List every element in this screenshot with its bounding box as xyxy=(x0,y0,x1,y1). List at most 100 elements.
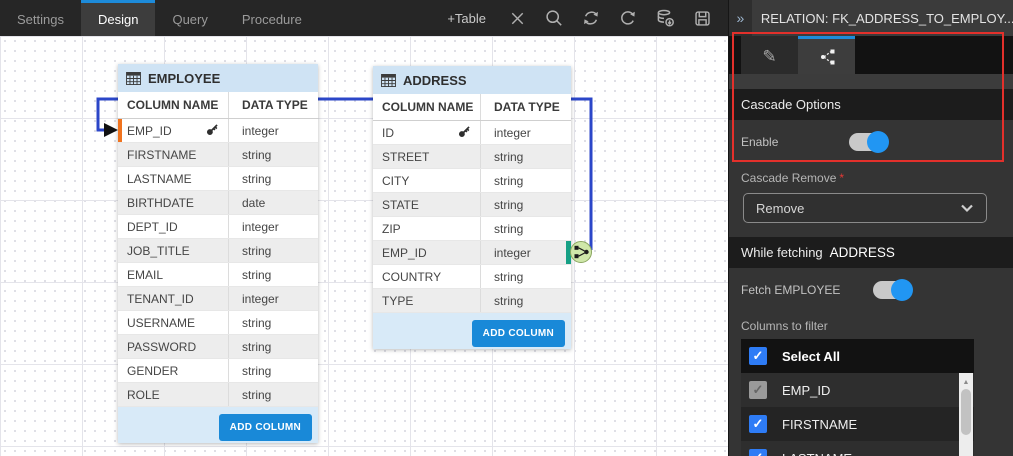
data-type: string xyxy=(480,217,571,240)
cascade-remove-select[interactable]: Remove xyxy=(743,193,987,223)
filter-item-label: FIRSTNAME xyxy=(782,417,857,432)
save-icon[interactable] xyxy=(692,8,712,28)
table-row[interactable]: EMP_ID integer xyxy=(373,241,571,265)
filter-item-firstname[interactable]: ✓ FIRSTNAME xyxy=(741,407,974,441)
redo-icon[interactable] xyxy=(618,8,638,28)
table-row[interactable]: FIRSTNAME string xyxy=(118,143,318,167)
data-type: integer xyxy=(228,119,318,142)
column-name: ROLE xyxy=(127,388,160,402)
data-type: string xyxy=(228,263,318,286)
table-row[interactable]: EMP_ID integer xyxy=(118,119,318,143)
fetch-toggle[interactable] xyxy=(873,281,911,299)
table-header[interactable]: EMPLOYEE xyxy=(118,64,318,92)
enable-row: Enable xyxy=(729,120,1013,163)
select-all-label: Select All xyxy=(782,349,840,364)
list-scrollbar[interactable]: ▲ xyxy=(959,373,973,456)
column-name: JOB_TITLE xyxy=(127,244,190,258)
toolbar-actions: +Table xyxy=(447,0,728,36)
table-row[interactable]: PASSWORD string xyxy=(118,335,318,359)
collapse-panel-icon[interactable]: » xyxy=(729,0,752,36)
add-table-button[interactable]: +Table xyxy=(447,11,486,26)
data-type: string xyxy=(228,359,318,382)
column-name: TYPE xyxy=(382,294,413,308)
cascade-options-header: Cascade Options xyxy=(729,89,1013,120)
relation-tab[interactable] xyxy=(798,36,855,74)
column-name: STATE xyxy=(382,198,419,212)
close-icon[interactable] xyxy=(507,8,527,28)
enable-label: Enable xyxy=(729,135,778,149)
tab-query[interactable]: Query xyxy=(155,0,224,36)
table-row[interactable]: GENDER string xyxy=(118,359,318,383)
relation-arrow-icon xyxy=(104,123,118,137)
data-type-header: DATA TYPE xyxy=(480,94,571,120)
selected-option: Remove xyxy=(756,201,804,216)
table-footer: ADD COLUMN xyxy=(373,313,571,349)
scrollbar-thumb[interactable] xyxy=(961,389,971,435)
enable-toggle[interactable] xyxy=(849,133,887,151)
table-row[interactable]: TYPE string xyxy=(373,289,571,313)
table-grid-icon xyxy=(381,74,396,87)
column-name: COUNTRY xyxy=(382,270,441,284)
firstname-checkbox[interactable]: ✓ xyxy=(749,415,767,433)
data-type: integer xyxy=(228,287,318,310)
data-type: string xyxy=(228,383,318,406)
primary-key-icon xyxy=(458,125,471,141)
select-all-row[interactable]: ✓ Select All xyxy=(741,339,974,373)
column-headers: COLUMN NAME DATA TYPE xyxy=(373,94,571,121)
tab-procedure[interactable]: Procedure xyxy=(225,0,319,36)
select-all-checkbox[interactable]: ✓ xyxy=(749,347,767,365)
table-header[interactable]: ADDRESS xyxy=(373,66,571,94)
schema-canvas[interactable]: EMPLOYEE COLUMN NAME DATA TYPE EMP_ID in… xyxy=(0,36,728,456)
filter-item-emp-id[interactable]: ✓ EMP_ID xyxy=(741,373,974,407)
relation-line xyxy=(0,36,728,456)
search-icon[interactable] xyxy=(544,8,564,28)
add-column-button[interactable]: ADD COLUMN xyxy=(219,414,312,441)
export-db-icon[interactable] xyxy=(655,8,675,28)
filter-item-lastname[interactable]: ✓ LASTNAME xyxy=(741,441,974,456)
table-row[interactable]: ZIP string xyxy=(373,217,571,241)
column-name-header: COLUMN NAME xyxy=(373,94,480,120)
column-name: EMP_ID xyxy=(382,246,427,260)
table-row[interactable]: USERNAME string xyxy=(118,311,318,335)
column-name: STREET xyxy=(382,150,429,164)
top-toolbar: Settings Design Query Procedure +Table xyxy=(0,0,728,36)
table-address[interactable]: ADDRESS COLUMN NAME DATA TYPE ID integer… xyxy=(373,66,571,349)
data-type: integer xyxy=(228,215,318,238)
emp-id-checkbox: ✓ xyxy=(749,381,767,399)
data-type-header: DATA TYPE xyxy=(228,92,318,118)
table-row[interactable]: ID integer xyxy=(373,121,571,145)
sync-icon[interactable] xyxy=(581,8,601,28)
panel-strip xyxy=(729,74,1013,89)
data-type: string xyxy=(228,239,318,262)
scroll-up-icon[interactable]: ▲ xyxy=(959,373,973,386)
filter-item-label: LASTNAME xyxy=(782,451,852,456)
table-row[interactable]: STREET string xyxy=(373,145,571,169)
column-name: LASTNAME xyxy=(127,172,192,186)
data-type: string xyxy=(228,167,318,190)
table-row[interactable]: LASTNAME string xyxy=(118,167,318,191)
panel-header: » RELATION: FK_ADDRESS_TO_EMPLOY... xyxy=(729,0,1013,36)
table-employee[interactable]: EMPLOYEE COLUMN NAME DATA TYPE EMP_ID in… xyxy=(118,64,318,443)
table-row[interactable]: ROLE string xyxy=(118,383,318,407)
table-footer: ADD COLUMN xyxy=(118,407,318,443)
relation-connector-icon[interactable] xyxy=(565,236,599,270)
table-grid-icon xyxy=(126,72,141,85)
table-row[interactable]: COUNTRY string xyxy=(373,265,571,289)
table-row[interactable]: DEPT_ID integer xyxy=(118,215,318,239)
table-row[interactable]: BIRTHDATE date xyxy=(118,191,318,215)
column-name: TENANT_ID xyxy=(127,292,194,306)
table-row[interactable]: CITY string xyxy=(373,169,571,193)
table-row[interactable]: TENANT_ID integer xyxy=(118,287,318,311)
table-row[interactable]: EMAIL string xyxy=(118,263,318,287)
data-type: string xyxy=(228,143,318,166)
fetching-table-name: ADDRESS xyxy=(830,245,895,260)
column-name: GENDER xyxy=(127,364,178,378)
tab-design[interactable]: Design xyxy=(81,0,155,36)
lastname-checkbox[interactable]: ✓ xyxy=(749,449,767,456)
table-row[interactable]: JOB_TITLE string xyxy=(118,239,318,263)
add-column-button[interactable]: ADD COLUMN xyxy=(472,320,565,347)
database-designer: Settings Design Query Procedure +Table xyxy=(0,0,1013,456)
edit-pencil-tab[interactable]: ✎ xyxy=(741,36,798,74)
tab-settings[interactable]: Settings xyxy=(0,0,81,36)
table-row[interactable]: STATE string xyxy=(373,193,571,217)
